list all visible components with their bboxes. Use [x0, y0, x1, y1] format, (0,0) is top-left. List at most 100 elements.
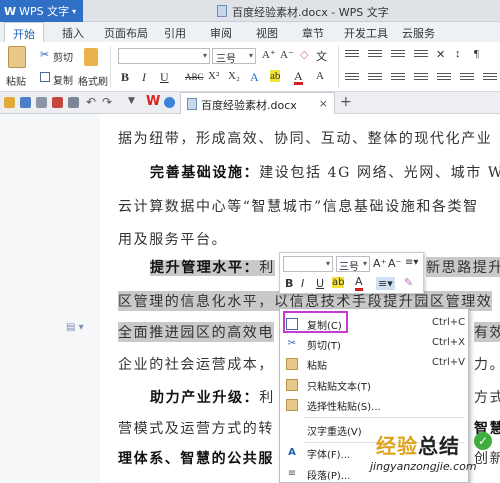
doc-line-selected: 新思路提升 — [426, 257, 500, 277]
menu-item-paste[interactable]: 粘贴 Ctrl+V — [280, 354, 468, 374]
distributed-icon[interactable] — [437, 73, 451, 84]
show-marks-button[interactable]: ¶ — [474, 48, 479, 60]
mini-underline-button[interactable]: U — [316, 277, 324, 290]
italic-button[interactable]: I — [142, 70, 146, 85]
tab-section[interactable]: 章节 — [302, 25, 324, 41]
open-icon[interactable] — [4, 97, 15, 108]
cloud-doc-icon[interactable] — [164, 97, 175, 108]
menu-separator — [304, 417, 464, 418]
char-shading-button[interactable]: A — [316, 70, 324, 82]
decrease-indent-icon[interactable] — [391, 50, 405, 61]
mini-shrink-font-button[interactable]: A⁻ — [388, 257, 401, 270]
copy-highlight-box — [283, 311, 348, 333]
paste-button[interactable]: 粘贴 — [6, 73, 26, 88]
subscript-button[interactable]: X₂ — [228, 70, 240, 82]
font-size-value: 三号 — [216, 54, 236, 65]
menu-item-paste-special[interactable]: 选择性粘贴(S)... — [280, 395, 468, 415]
new-tab-button[interactable]: + — [340, 94, 352, 110]
tab-references[interactable]: 引用 — [164, 25, 186, 41]
mini-align-icon[interactable]: ≡▾ — [376, 277, 395, 290]
close-icon[interactable]: × — [319, 97, 328, 110]
doc-line-selected: 有效 — [474, 322, 500, 342]
title-bar: W WPS 文字 ▾ 百度经验素材.docx - WPS 文字 — [0, 0, 500, 22]
app-label: WPS 文字 — [19, 5, 70, 18]
window-title: 百度经验素材.docx - WPS 文字 — [232, 6, 389, 19]
paste-icon[interactable] — [8, 46, 26, 68]
format-painter-icon[interactable] — [84, 48, 98, 66]
bold-button[interactable]: B — [121, 70, 129, 85]
mini-format-painter-icon[interactable]: ✎ — [404, 276, 413, 289]
doc-line: 云计算数据中心等“智慧城市”信息基础设施和各类智 — [118, 199, 479, 215]
chevron-down-icon: ▾ — [72, 6, 77, 16]
export-pdf-icon[interactable] — [52, 97, 63, 108]
shrink-font-button[interactable]: A⁻ — [280, 48, 294, 61]
justify-icon[interactable] — [414, 73, 428, 84]
pinyin-button[interactable]: 文 — [316, 48, 327, 64]
mini-italic-button[interactable]: I — [301, 277, 304, 290]
tab-developer[interactable]: 开发工具 — [344, 25, 388, 41]
tab-insert[interactable]: 插入 — [62, 25, 84, 41]
strikethrough-button[interactable]: ABC — [185, 72, 204, 82]
mini-font-size-value: 三号 — [339, 262, 359, 273]
highlight-button[interactable]: ab — [270, 70, 281, 82]
copy-button[interactable]: 复制 — [53, 72, 73, 87]
app-menu-button[interactable]: W WPS 文字 ▾ — [0, 0, 83, 22]
mini-styles-icon[interactable]: ≡▾ — [405, 257, 418, 268]
align-right-icon[interactable] — [391, 73, 405, 84]
tab-review[interactable]: 审阅 — [210, 25, 232, 41]
format-painter-button[interactable]: 格式刷 — [78, 73, 108, 88]
copy-icon[interactable] — [40, 72, 50, 82]
numbering-icon[interactable] — [368, 50, 382, 61]
font-color-button[interactable]: A — [294, 70, 303, 85]
menu-item-cut[interactable]: ✂ 剪切(T) Ctrl+X — [280, 334, 468, 354]
doc-line: 助力产业升级：利 — [150, 390, 275, 406]
mini-font-name-combo[interactable]: ▾ — [283, 256, 333, 272]
font-icon: A — [288, 447, 296, 458]
divider — [338, 46, 339, 88]
print-preview-icon[interactable] — [68, 97, 79, 108]
grow-font-button[interactable]: A⁺ — [262, 48, 276, 61]
tab-page-layout[interactable]: 页面布局 — [104, 25, 148, 41]
tab-view[interactable]: 视图 — [256, 25, 278, 41]
borders-icon[interactable] — [483, 73, 497, 84]
mini-highlight-button[interactable]: ab — [332, 277, 345, 288]
save-icon[interactable] — [20, 97, 31, 108]
document-icon — [217, 5, 227, 17]
cut-icon: ✂ — [287, 338, 297, 349]
wps-home-icon[interactable]: W — [146, 94, 160, 109]
paragraph-marker-icon[interactable]: ▤ ▾ — [66, 322, 84, 333]
document-icon — [187, 98, 197, 110]
scissors-icon[interactable]: ✂ — [40, 48, 49, 61]
mini-bold-button[interactable]: B — [285, 277, 293, 290]
font-size-combo[interactable]: 三号 ▾ — [212, 48, 256, 65]
mini-font-size-combo[interactable]: 三号 ▾ — [336, 256, 370, 273]
sort-button[interactable]: ↕ — [455, 48, 461, 60]
mini-grow-font-button[interactable]: A⁺ — [373, 257, 386, 270]
line-spacing-icon[interactable] — [460, 73, 474, 84]
chinese-layout-button[interactable]: ✕ — [436, 48, 445, 61]
underline-button[interactable]: U — [160, 70, 169, 85]
bullets-icon[interactable] — [345, 50, 359, 61]
paragraph-icon: ≡ — [287, 468, 297, 479]
tab-cloud[interactable]: 云服务 — [402, 25, 435, 41]
document-tab[interactable]: 百度经验素材.docx × — [180, 92, 335, 114]
superscript-button[interactable]: X² — [208, 70, 219, 82]
tab-home[interactable]: 开始 — [4, 22, 44, 42]
redo-icon[interactable]: ↷ — [102, 95, 112, 109]
align-center-icon[interactable] — [368, 73, 382, 84]
cut-button[interactable]: 剪切 — [53, 49, 73, 64]
watermark-logo: 经验总结 — [376, 434, 460, 458]
font-name-combo[interactable]: ▾ — [118, 48, 210, 64]
increase-indent-icon[interactable] — [414, 50, 428, 61]
menu-item-paste-text-only[interactable]: 只粘贴文本(T) — [280, 375, 468, 395]
text-effect-button[interactable]: A — [250, 70, 259, 85]
clear-format-button[interactable]: ◇ — [300, 48, 308, 61]
print-icon[interactable] — [36, 97, 47, 108]
watermark: 经验总结 ✓ jingyanzongjie.com — [370, 430, 500, 483]
heading-management: 提升管理水平： — [150, 260, 260, 276]
chevron-down-icon[interactable]: ▼ — [128, 96, 135, 106]
mini-font-color-button[interactable]: A — [355, 276, 363, 291]
page-margin — [0, 114, 100, 483]
undo-icon[interactable]: ↶ — [86, 95, 96, 109]
align-left-icon[interactable] — [345, 73, 359, 84]
